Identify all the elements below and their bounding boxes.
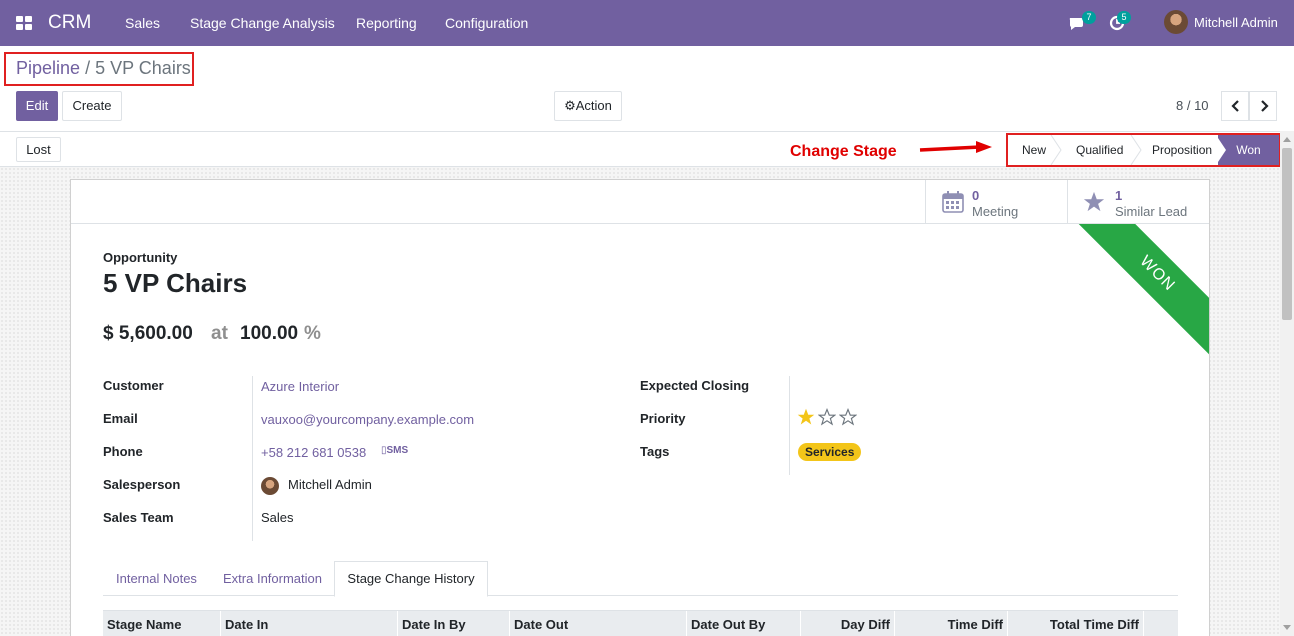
stage-history-table-header: Stage Name Date In Date In By Date Out D…	[103, 610, 1178, 636]
scroll-up-arrow-icon[interactable]	[1283, 137, 1291, 142]
probability-value: 100.00	[240, 323, 299, 344]
priority-star-empty-icon[interactable]	[839, 408, 857, 426]
calendar-icon	[942, 191, 964, 213]
user-avatar[interactable]	[1164, 10, 1188, 34]
stage-new[interactable]: New	[1022, 137, 1046, 163]
star-icon	[1083, 191, 1105, 212]
stage-separator-icon	[1130, 135, 1142, 165]
sms-label: SMS	[386, 445, 409, 456]
tags-label: Tags	[640, 444, 670, 459]
change-stage-annotation: Change Stage	[790, 143, 897, 160]
app-brand[interactable]: CRM	[48, 12, 91, 34]
opportunity-type-label: Opportunity	[103, 250, 178, 265]
messages-badge: 7	[1082, 11, 1096, 24]
customer-value[interactable]: Azure Interior	[261, 379, 339, 394]
column-header-date-out[interactable]: Date Out	[510, 611, 687, 636]
breadcrumb-separator: /	[85, 58, 91, 78]
pager-next-button[interactable]	[1249, 91, 1277, 121]
stage-separator-icon	[1050, 135, 1062, 165]
breadcrumb-pipeline-link[interactable]: Pipeline	[16, 58, 80, 78]
activities-badge: 5	[1117, 11, 1131, 24]
breadcrumb: Pipeline / 5 VP Chairs	[16, 58, 191, 79]
percent-sign: %	[304, 323, 321, 344]
column-header-stage-name[interactable]: Stage Name	[103, 611, 221, 636]
create-button[interactable]: Create	[62, 91, 122, 121]
smart-button-box: 0 Meeting 1 Similar Lead	[71, 180, 1209, 224]
priority-label: Priority	[640, 411, 686, 426]
salesperson-avatar	[261, 477, 279, 495]
menu-configuration[interactable]: Configuration	[445, 15, 528, 31]
apps-menu-icon[interactable]	[16, 16, 32, 30]
column-header-date-in[interactable]: Date In	[221, 611, 398, 636]
similar-lead-smart-button[interactable]: 1 Similar Lead	[1067, 180, 1209, 224]
left-field-divider	[252, 376, 253, 541]
tab-internal-notes[interactable]: Internal Notes	[116, 571, 197, 586]
lost-button[interactable]: Lost	[16, 137, 61, 162]
menu-stage-change-analysis[interactable]: Stage Change Analysis	[190, 15, 335, 31]
pager-value[interactable]: 8 / 10	[1176, 98, 1209, 113]
meeting-label: Meeting	[972, 204, 1019, 219]
won-ribbon-label: WON	[1072, 224, 1209, 359]
meeting-smart-button[interactable]: 0 Meeting	[925, 180, 1067, 224]
stage-proposition[interactable]: Proposition	[1152, 137, 1212, 163]
stage-qualified[interactable]: Qualified	[1076, 137, 1123, 163]
column-header-date-out-by[interactable]: Date Out By	[687, 611, 801, 636]
sms-button[interactable]: ▯SMS	[381, 445, 408, 456]
priority-star-empty-icon[interactable]	[818, 408, 836, 426]
scrollbar-thumb[interactable]	[1282, 148, 1292, 320]
sales-team-value[interactable]: Sales	[261, 510, 294, 525]
won-ribbon: WON	[1067, 224, 1209, 366]
at-label: at	[211, 323, 228, 344]
email-value[interactable]: vauxoo@yourcompany.example.com	[261, 412, 474, 427]
column-header-time-diff[interactable]: Time Diff	[895, 611, 1008, 636]
chevron-left-icon	[1231, 100, 1239, 112]
top-navbar: CRM Sales Stage Change Analysis Reportin…	[0, 0, 1294, 46]
column-header-total-time-diff[interactable]: Total Time Diff	[1008, 611, 1144, 636]
tag-services[interactable]: Services	[798, 443, 862, 461]
notebook-tabs: Internal Notes Extra Information Stage C…	[103, 561, 1178, 597]
annotation-arrow-icon	[919, 141, 992, 153]
phone-value[interactable]: +58 212 681 0538	[261, 445, 366, 460]
action-label: Action	[575, 98, 612, 113]
user-menu-name[interactable]: Mitchell Admin	[1194, 15, 1278, 30]
menu-sales[interactable]: Sales	[125, 15, 160, 31]
similar-lead-count: 1	[1115, 188, 1123, 203]
opportunity-name: 5 VP Chairs	[103, 268, 248, 298]
pager-previous-button[interactable]	[1221, 91, 1249, 121]
salesperson-label: Salesperson	[103, 477, 181, 492]
similar-lead-label: Similar Lead	[1115, 204, 1188, 219]
chevron-right-icon	[1261, 100, 1269, 112]
tab-stage-change-history[interactable]: Stage Change History	[334, 561, 488, 597]
email-label: Email	[103, 411, 138, 426]
salesperson-value[interactable]: Mitchell Admin	[288, 477, 372, 492]
meeting-count: 0	[972, 188, 980, 203]
breadcrumb-current: 5 VP Chairs	[95, 58, 191, 78]
action-button[interactable]: ⚙Action	[554, 91, 622, 121]
stage-active-arrow-icon	[1216, 135, 1228, 165]
phone-label: Phone	[103, 444, 143, 459]
right-field-divider	[789, 376, 790, 475]
expected-closing-label: Expected Closing	[640, 378, 750, 393]
column-header-date-in-by[interactable]: Date In By	[398, 611, 510, 636]
gear-icon: ⚙	[564, 98, 576, 113]
column-header-day-diff[interactable]: Day Diff	[801, 611, 895, 636]
expected-revenue: $ 5,600.00	[103, 323, 193, 344]
priority-star-filled-icon[interactable]	[797, 408, 815, 426]
edit-button[interactable]: Edit	[16, 91, 58, 121]
scroll-down-arrow-icon[interactable]	[1283, 625, 1291, 630]
tab-extra-information[interactable]: Extra Information	[223, 571, 322, 586]
menu-reporting[interactable]: Reporting	[356, 15, 417, 31]
form-sheet: 0 Meeting 1 Similar Lead WON Opportunity…	[70, 179, 1210, 636]
customer-label: Customer	[103, 378, 164, 393]
sales-team-label: Sales Team	[103, 510, 174, 525]
